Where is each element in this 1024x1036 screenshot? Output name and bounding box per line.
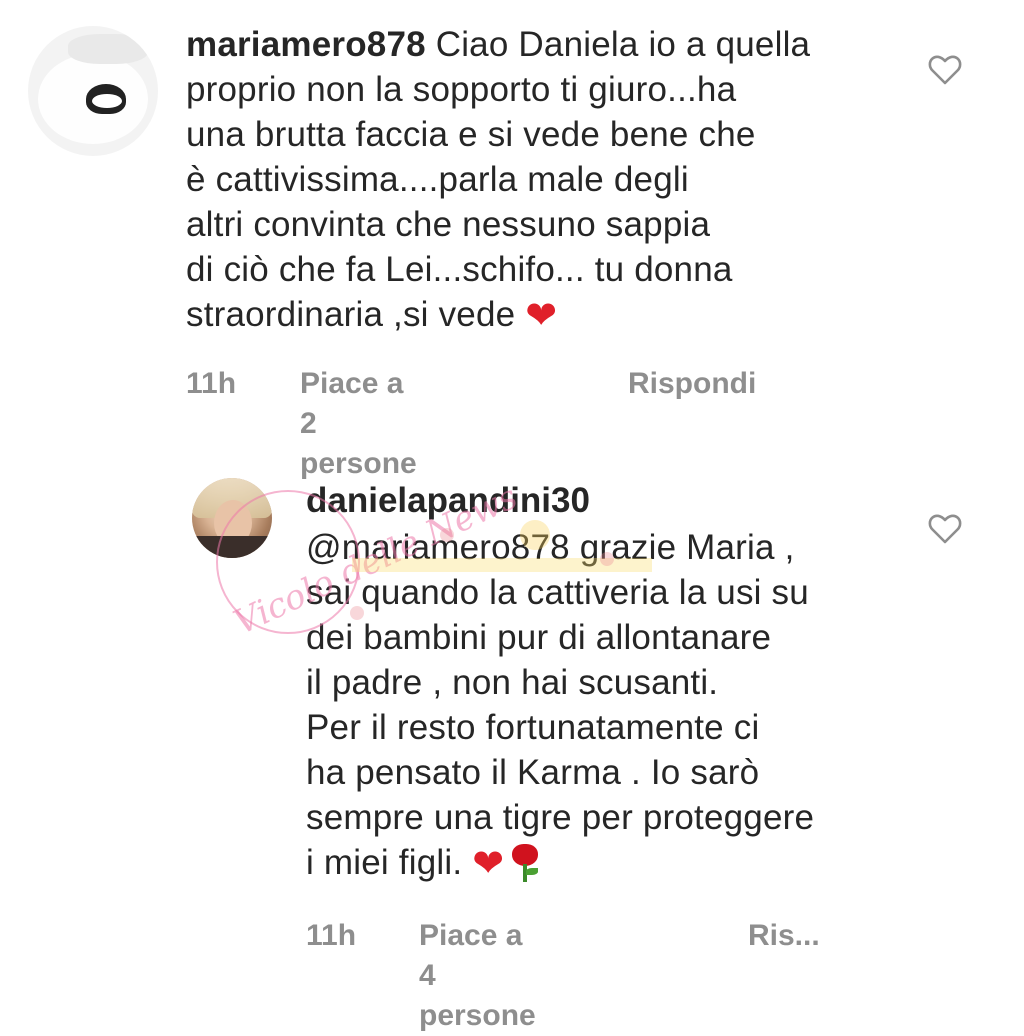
comment-time: 11h xyxy=(186,367,237,400)
heart-emoji: ❤ xyxy=(472,841,505,885)
likes-count-link[interactable]: Piace a 4 persone xyxy=(419,916,536,1036)
heart-outline-icon[interactable] xyxy=(928,54,962,86)
heart-emoji: ❤ xyxy=(525,293,558,337)
reply-button[interactable]: Rispondi xyxy=(628,364,756,404)
avatar[interactable] xyxy=(192,478,272,558)
reply-button[interactable]: Ris... xyxy=(748,916,820,956)
rose-icon xyxy=(510,842,540,882)
comment-body: @mariamero878 grazie Maria , sai quando … xyxy=(306,525,926,886)
comment-body: mariamero878 Ciao Daniela io a quella pr… xyxy=(186,22,906,338)
comment-text: @mariamero878 grazie Maria , sai quando … xyxy=(306,528,815,882)
comment-username[interactable]: danielapandini30 xyxy=(306,478,590,523)
comment-time: 11h xyxy=(306,919,357,952)
comment-text: Ciao Daniela io a quella proprio non la … xyxy=(186,25,811,334)
avatar[interactable] xyxy=(28,26,158,156)
likes-count-link[interactable]: Piace a 2 persone xyxy=(300,364,417,484)
comment-username[interactable]: mariamero878 xyxy=(186,25,426,64)
heart-outline-icon[interactable] xyxy=(928,513,962,545)
